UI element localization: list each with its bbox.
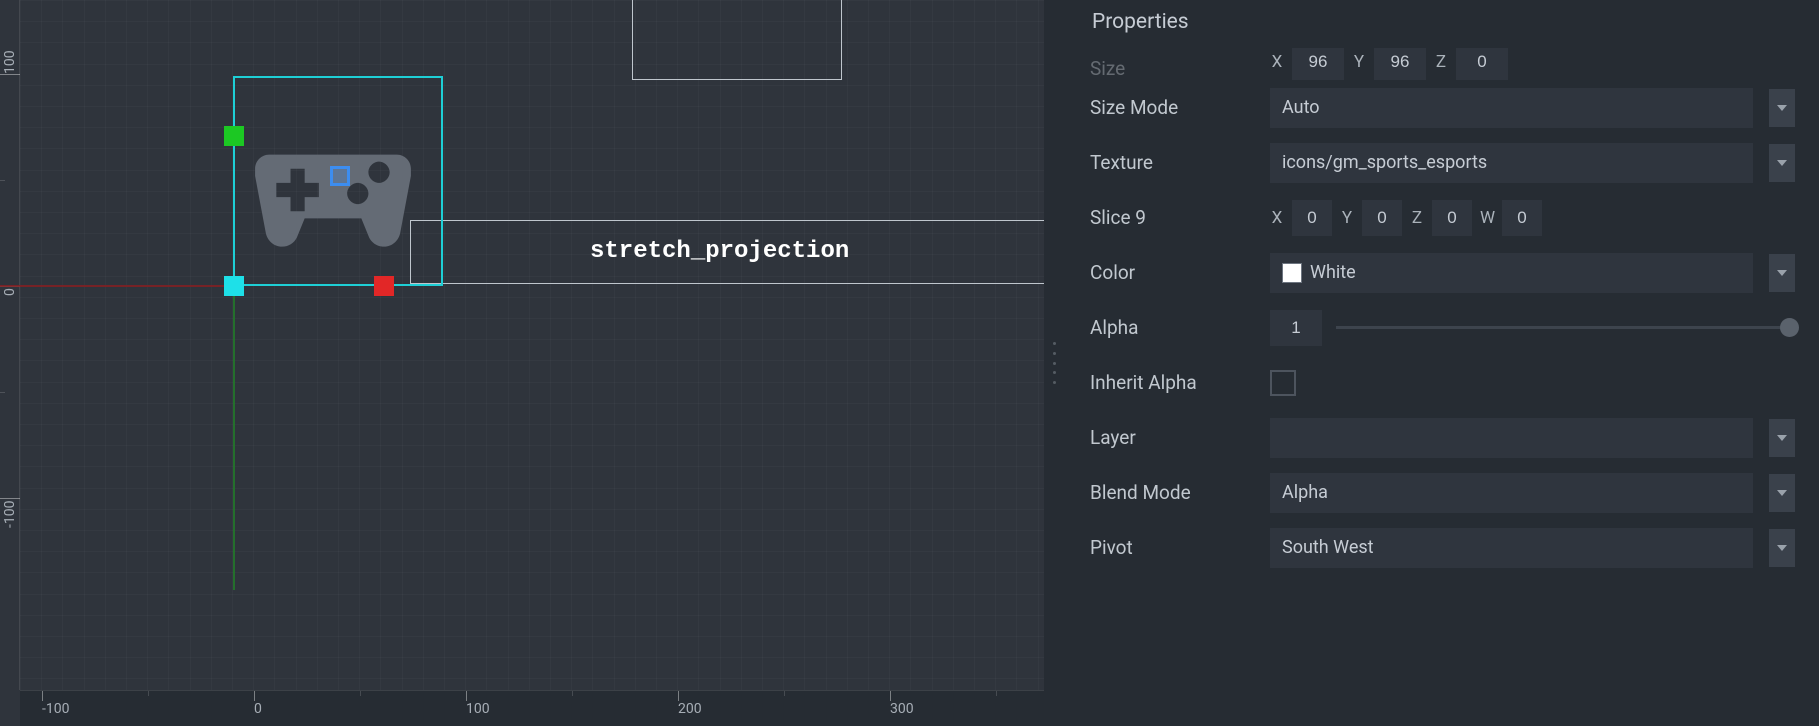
alpha-input[interactable] [1270,310,1322,346]
ruler-y-100: 100 [2,50,18,74]
size-x-label: X [1270,52,1284,72]
blend-mode-dropdown-arrow[interactable] [1769,474,1795,512]
slice9-w-label: W [1480,208,1494,228]
pivot-dropdown[interactable]: South West [1270,528,1753,568]
size-mode-dropdown[interactable]: Auto [1270,88,1753,128]
chevron-down-icon [1777,490,1787,496]
ruler-vertical: 0 100 -100 [0,0,20,690]
axis-y-green [233,286,235,590]
ruler-x-200: 200 [678,701,702,717]
texture-dropdown-arrow[interactable] [1769,144,1795,182]
slice9-z-input[interactable] [1432,200,1472,236]
panel-splitter[interactable] [1044,0,1066,726]
splitter-grip-icon [1053,342,1057,384]
size-y-input[interactable] [1374,48,1426,80]
alpha-slider-thumb[interactable] [1780,318,1799,337]
chevron-down-icon [1777,545,1787,551]
ruler-x-100: 100 [466,701,490,717]
slice9-y-input[interactable] [1362,200,1402,236]
slice9-x-label: X [1270,208,1284,228]
size-mode-label: Size Mode [1090,96,1262,119]
size-label: Size [1090,57,1262,80]
slice9-w-input[interactable] [1502,200,1542,236]
pivot-dropdown-arrow[interactable] [1769,529,1795,567]
blend-mode-label: Blend Mode [1090,481,1262,504]
color-swatch [1282,263,1302,283]
size-z-label: Z [1434,52,1448,72]
ruler-x-m100: -100 [42,701,69,717]
slice9-label: Slice 9 [1090,206,1262,229]
handle-scale-y[interactable] [224,126,244,146]
canvas-viewport[interactable]: // we'll generate grid after body via JS… [0,0,1044,726]
object-label: stretch_projection [590,238,849,265]
size-mode-dropdown-arrow[interactable] [1769,89,1795,127]
pivot-label: Pivot [1090,536,1262,559]
alpha-label: Alpha [1090,316,1262,339]
bounds-rect-upper [632,0,842,80]
size-x-input[interactable] [1292,48,1344,80]
properties-panel: Properties Size X Y Z Size Mode Auto [1066,0,1819,726]
slice9-y-label: Y [1340,208,1354,228]
color-label: Color [1090,261,1262,284]
ruler-x-0: 0 [254,701,262,717]
alpha-slider[interactable] [1336,326,1789,329]
ruler-x-300: 300 [890,701,914,717]
handle-scale-x[interactable] [374,276,394,296]
layer-dropdown-arrow[interactable] [1769,419,1795,457]
inherit-alpha-label: Inherit Alpha [1090,371,1262,394]
texture-dropdown[interactable]: icons/gm_sports_esports [1270,143,1753,183]
handle-center[interactable] [330,166,350,186]
layer-label: Layer [1090,426,1262,449]
panel-title: Properties [1090,0,1795,48]
chevron-down-icon [1777,105,1787,111]
slice9-z-label: Z [1410,208,1424,228]
layer-dropdown[interactable] [1270,418,1753,458]
inherit-alpha-checkbox[interactable] [1270,370,1296,396]
chevron-down-icon [1777,270,1787,276]
ruler-y-m100: -100 [2,501,18,528]
size-y-label: Y [1352,52,1366,72]
slice9-x-input[interactable] [1292,200,1332,236]
size-z-input[interactable] [1456,48,1508,80]
handle-pivot[interactable] [224,276,244,296]
color-dropdown[interactable]: White [1270,253,1753,293]
texture-label: Texture [1090,151,1262,174]
size-row: Size X Y Z [1090,48,1795,80]
color-dropdown-arrow[interactable] [1769,254,1795,292]
ruler-y-0: 0 [2,288,18,296]
ruler-horizontal: -100 0 100 200 300 [20,690,1044,726]
axis-x-red [0,285,234,287]
chevron-down-icon [1777,435,1787,441]
chevron-down-icon [1777,160,1787,166]
blend-mode-dropdown[interactable]: Alpha [1270,473,1753,513]
